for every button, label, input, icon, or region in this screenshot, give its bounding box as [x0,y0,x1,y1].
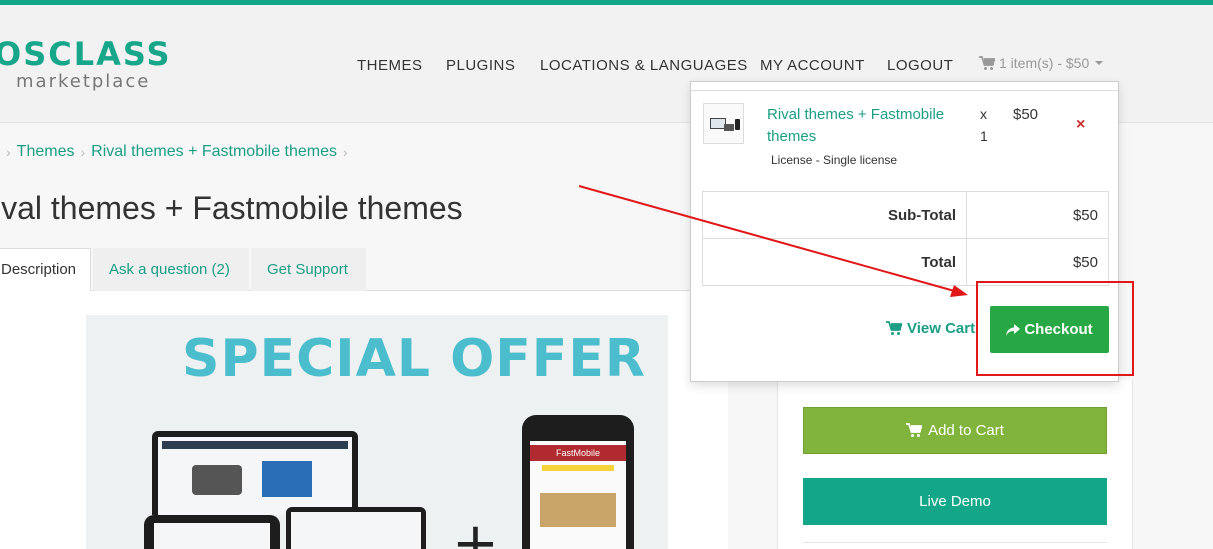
chevron-right-icon: › [343,144,348,160]
chevron-right-icon: › [80,144,86,160]
breadcrumb-themes[interactable]: Themes [17,143,75,161]
view-cart-link[interactable]: View Cart [886,320,975,337]
logo-text[interactable]: OSCLASS [0,35,172,73]
monitor-illustration [152,431,358,515]
total-label: Total [702,238,967,286]
view-cart-label: View Cart [907,320,976,337]
add-to-cart-button[interactable]: Add to Cart [803,407,1107,454]
add-to-cart-label: Add to Cart [928,422,1004,439]
cart-item-license: License - Single license [771,153,898,167]
product-thumbnail[interactable] [703,103,744,144]
subtotal-label: Sub-Total [702,191,967,239]
shopping-cart-icon [906,423,923,437]
annotation-highlight-box [976,281,1134,376]
cart-item-qty: 1 [980,128,988,144]
breadcrumb: › Themes › Rival themes + Fastmobile the… [0,143,354,161]
promo-image: SPECIAL OFFER + FastMobile [86,315,668,549]
nav-logout[interactable]: LOGOUT [887,57,953,74]
laptop-illustration [286,507,426,549]
nav-themes[interactable]: THEMES [357,57,423,74]
product-thumbnail-image [710,118,740,131]
shopping-cart-icon [979,55,995,70]
subtotal-value: $50 [966,191,1109,239]
nav-plugins[interactable]: PLUGINS [446,57,515,74]
tablet-illustration [144,515,280,549]
logo-subtext: marketplace [16,71,151,92]
cart-item-qty-x: x [980,106,987,122]
nav-locations-languages[interactable]: LOCATIONS & LANGUAGES [540,57,748,74]
page-title: ival themes + Fastmobile themes [0,190,463,226]
plus-icon: + [452,511,499,549]
cart-toggle[interactable]: 1 item(s) - $50 [979,55,1104,71]
dropdown-divider [691,90,1118,91]
cart-item-price: $50 [1013,106,1039,123]
chevron-right-icon: › [6,144,11,160]
phone-illustration: FastMobile [522,415,634,549]
cart-summary: 1 item(s) - $50 [999,55,1090,71]
phone-app-title: FastMobile [530,445,626,461]
shopping-cart-icon [886,321,902,335]
total-value: $50 [966,238,1109,286]
table-row: Sub-Total $50 [702,191,1109,239]
cart-item-name[interactable]: Rival themes + Fastmobile themes [767,104,967,148]
tab-description[interactable]: Description [0,248,91,291]
promo-title: SPECIAL OFFER [182,329,646,389]
table-row: Total $50 [702,238,1109,286]
cart-totals-table: Sub-Total $50 Total $50 [702,191,1109,286]
chevron-down-icon [1095,61,1104,65]
tab-ask-question[interactable]: Ask a question (2) [93,248,249,291]
tab-get-support[interactable]: Get Support [251,248,366,291]
breadcrumb-current[interactable]: Rival themes + Fastmobile themes [91,143,337,161]
live-demo-button[interactable]: Live Demo [803,478,1107,525]
close-icon[interactable]: × [1076,116,1085,134]
nav-my-account[interactable]: MY ACCOUNT [760,57,865,74]
sidebar-divider [803,542,1107,543]
